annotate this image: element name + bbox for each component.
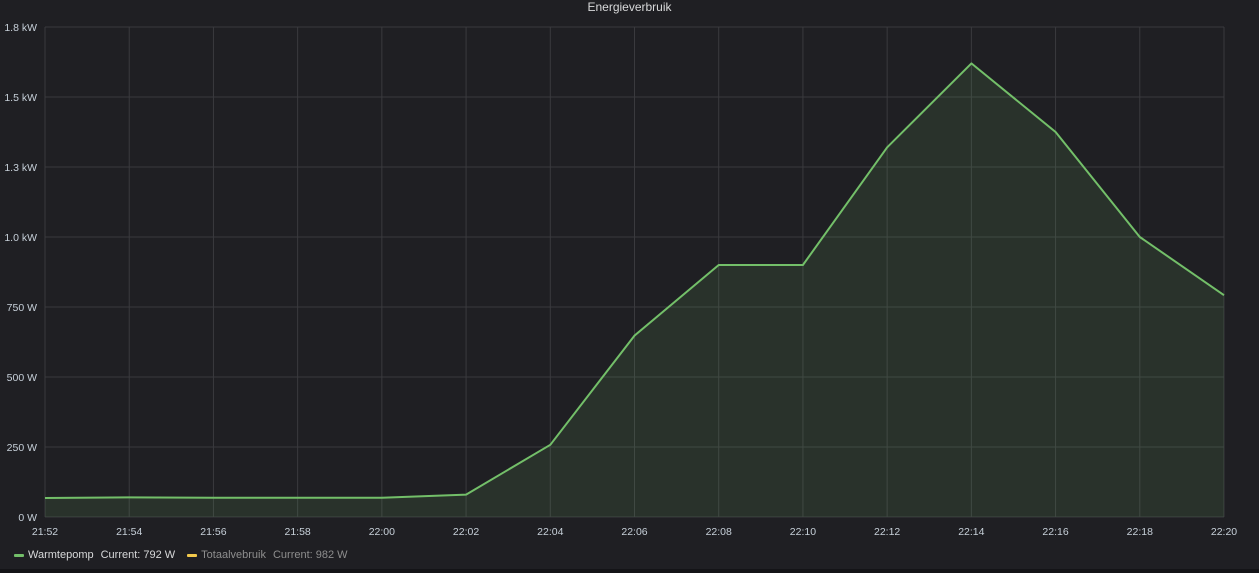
x-tick-label: 22:20 <box>1211 526 1237 538</box>
y-tick-label: 0 W <box>18 512 37 524</box>
y-tick-label: 1.3 kW <box>4 162 37 174</box>
y-tick-label: 750 W <box>7 302 37 314</box>
chart-area[interactable]: 0 W 250 W 500 W 750 W 1.0 kW 1.3 kW 1.5 kW 1.8 … <box>0 0 1259 545</box>
x-tick-label: 21:56 <box>200 526 226 538</box>
x-tick-label: 21:54 <box>116 526 142 538</box>
legend-stat-value: 982 W <box>315 549 348 561</box>
x-tick-label: 22:08 <box>706 526 732 538</box>
legend: Warmtepomp Current: 792 W Totaalvebruik … <box>14 548 360 562</box>
x-tick-label: 22:14 <box>958 526 984 538</box>
y-axis-ticks: 0 W 250 W 500 W 750 W 1.0 kW 1.3 kW 1.5 kW 1.8 … <box>4 22 37 524</box>
y-tick-label: 250 W <box>7 442 37 454</box>
legend-stat-value: 792 W <box>143 549 176 561</box>
x-tick-label: 22:06 <box>621 526 647 538</box>
x-tick-label: 21:58 <box>285 526 311 538</box>
legend-item-totaalvebruik[interactable]: Totaalvebruik Current: 982 W <box>187 549 348 561</box>
graph-panel: Energieverbruik 0 W 250 W 500 W 750 W 1.0 kW… <box>0 0 1259 573</box>
x-tick-label: 22:04 <box>537 526 563 538</box>
x-tick-label: 22:10 <box>790 526 816 538</box>
legend-swatch-totaalvebruik <box>187 553 198 557</box>
x-tick-label: 22:02 <box>453 526 479 538</box>
legend-item-warmtepomp[interactable]: Warmtepomp Current: 792 W <box>14 549 175 561</box>
y-tick-label: 500 W <box>7 372 37 384</box>
legend-stat-label: Current: <box>272 549 313 561</box>
y-tick-label: 1.0 kW <box>4 232 37 244</box>
legend-stat-label: Current: <box>100 549 141 561</box>
legend-series-name: Warmtepomp <box>28 549 94 561</box>
legend-swatch-warmtepomp <box>14 553 24 557</box>
x-axis-ticks: 21:52 21:54 21:56 21:58 22:00 22:02 22:04 22:06… <box>32 526 1237 538</box>
y-tick-label: 1.8 kW <box>4 22 37 34</box>
x-tick-label: 22:12 <box>874 526 900 538</box>
legend-series-name: Totaalvebruik <box>201 549 266 561</box>
x-tick-label: 21:52 <box>32 526 58 538</box>
x-tick-label: 22:18 <box>1127 526 1153 538</box>
y-tick-label: 1.5 kW <box>4 92 37 104</box>
x-tick-label: 22:16 <box>1042 526 1068 538</box>
panel-bottom-bar <box>0 569 1259 573</box>
x-tick-label: 22:00 <box>369 526 395 538</box>
